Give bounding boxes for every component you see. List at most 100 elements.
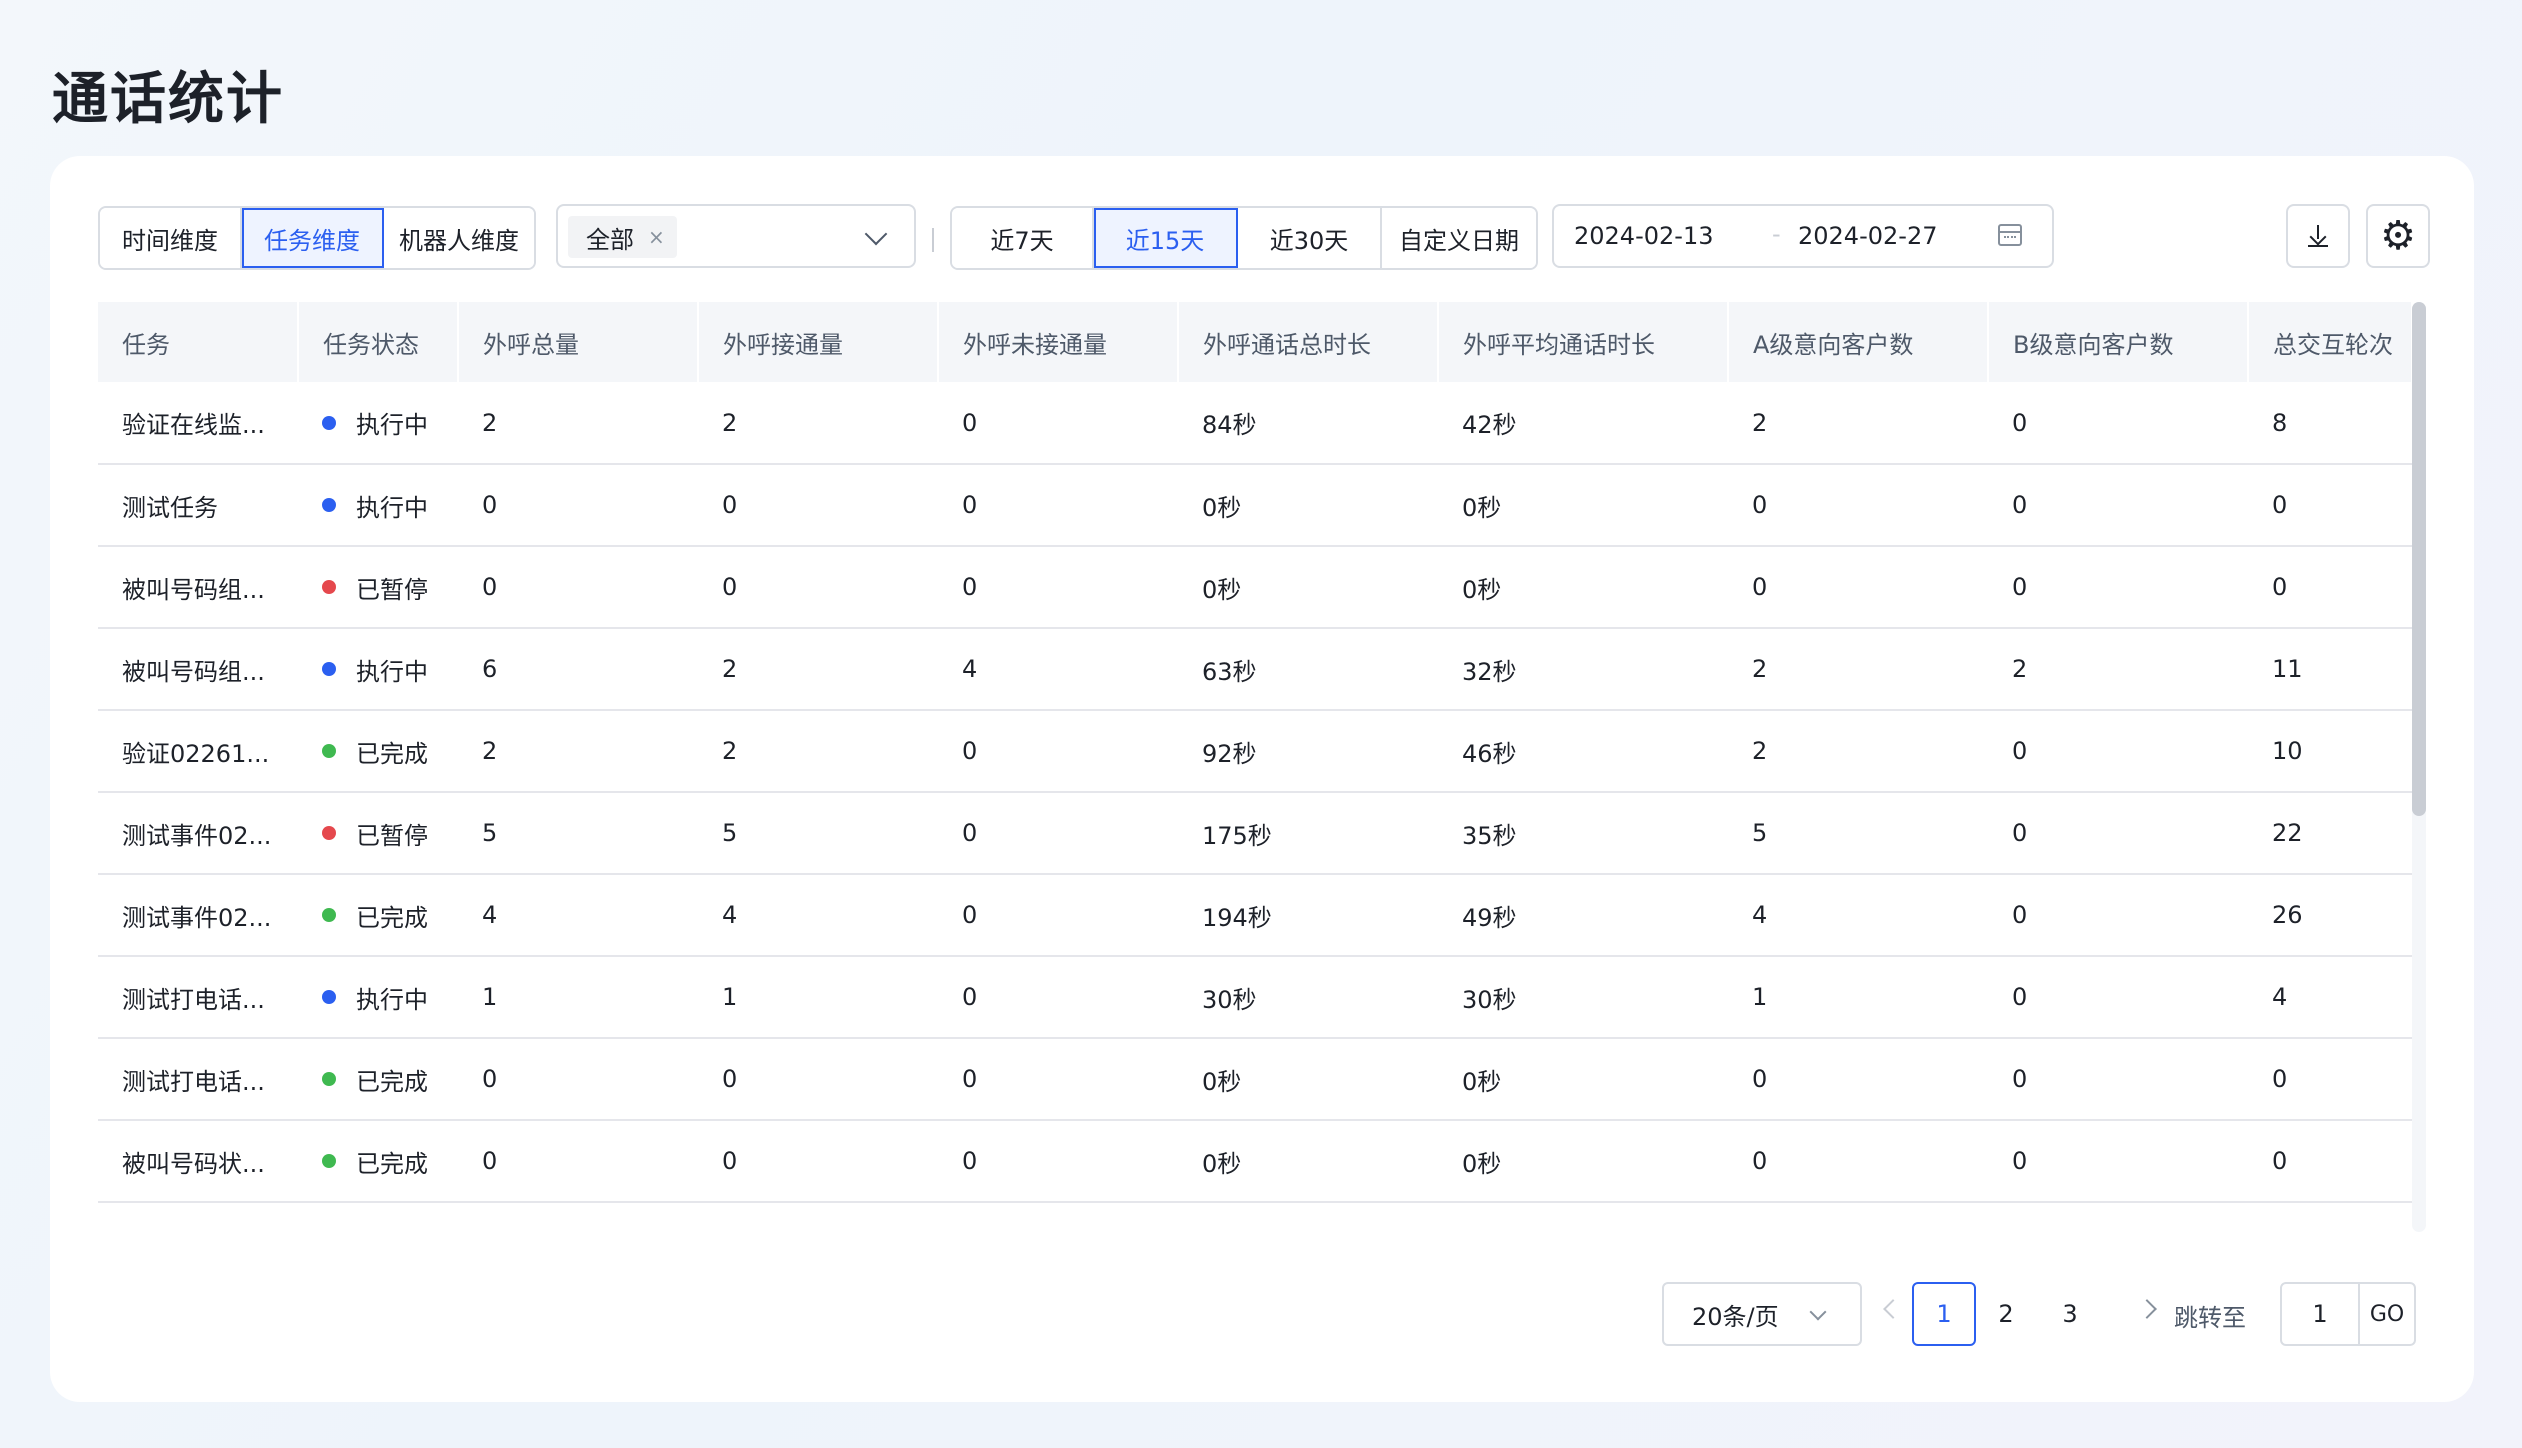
table-cell: 0	[938, 464, 1178, 547]
table-cell: 0	[2248, 1038, 2412, 1121]
dimension-task-option[interactable]: 任务维度	[242, 208, 384, 268]
status-badge: 执行中	[322, 405, 428, 440]
table-cell: 0	[458, 464, 698, 547]
status-dot	[322, 826, 336, 840]
table-cell: 4	[458, 874, 698, 957]
status-badge: 执行中	[322, 652, 428, 687]
table-cell: 0	[1728, 464, 1988, 547]
column-header: A级意向客户数	[1728, 302, 1989, 382]
filter-tag-label: 全部	[586, 225, 634, 254]
date-separator: -	[1772, 220, 1781, 248]
page-size-select[interactable]: 20条/页	[1662, 1282, 1862, 1346]
table-cell: 5	[458, 792, 698, 875]
status-label: 已完成	[356, 903, 428, 932]
table-cell: 0秒	[1438, 1120, 1728, 1203]
table-cell: 6	[458, 628, 698, 711]
table-cell: 执行中	[298, 628, 458, 711]
table-cell: 35秒	[1438, 792, 1728, 875]
table-cell: 执行中	[298, 956, 458, 1039]
table-cell: 0	[1988, 546, 2248, 629]
status-label: 执行中	[356, 657, 428, 686]
status-dot	[322, 415, 336, 430]
table-cell: 0	[698, 1038, 938, 1121]
table-cell: 26	[2248, 874, 2412, 957]
status-badge: 已完成	[322, 1144, 428, 1179]
settings-button[interactable]: ⚙	[2366, 204, 2430, 268]
page-button-1[interactable]: 1	[1912, 1282, 1976, 1346]
table-cell: 0	[1988, 710, 2248, 793]
table-cell: 0	[938, 382, 1178, 465]
download-button[interactable]	[2286, 204, 2350, 268]
table-cell: 0	[938, 792, 1178, 875]
table-cell: 0	[938, 1038, 1178, 1121]
table-row[interactable]: 被叫号码组... 已暂停 0 0 0 0秒 0秒 0 0 0	[98, 546, 2412, 629]
table-cell: 4	[1728, 874, 1988, 957]
status-dot	[322, 498, 336, 512]
range-30-days-option[interactable]: 近30天	[1238, 208, 1382, 268]
table-cell: 测试打电话...	[98, 956, 298, 1039]
table-cell: 被叫号码组...	[98, 628, 298, 711]
table-cell: 已完成	[298, 1038, 458, 1121]
table-cell: 84秒	[1178, 382, 1438, 465]
dimension-robot-option[interactable]: 机器人维度	[384, 208, 534, 268]
table-cell: 2	[1728, 382, 1988, 465]
table-cell: 4	[938, 628, 1178, 711]
table-cell: 执行中	[298, 464, 458, 547]
table-row[interactable]: 测试事件02... 已暂停 5 5 0 175秒 35秒 5 0 22	[98, 792, 2412, 875]
range-15-days-option[interactable]: 近15天	[1094, 208, 1238, 268]
download-icon	[2308, 225, 2328, 247]
status-label: 已暂停	[356, 575, 428, 604]
vertical-scrollbar[interactable]	[2412, 302, 2426, 816]
page-button-3[interactable]: 3	[2038, 1282, 2102, 1346]
end-date-input[interactable]: 2024-02-27	[1798, 222, 1937, 250]
table-row[interactable]: 被叫号码状... 已完成 0 0 0 0秒 0秒 0 0 0	[98, 1120, 2412, 1203]
jump-page-input[interactable]: 1	[2282, 1284, 2360, 1344]
calendar-icon[interactable]	[1998, 224, 2022, 246]
table-row[interactable]: 测试打电话... 已完成 0 0 0 0秒 0秒 0 0 0	[98, 1038, 2412, 1121]
table-row[interactable]: 测试任务 执行中 0 0 0 0秒 0秒 0 0 0	[98, 464, 2412, 547]
gear-icon: ⚙	[2380, 213, 2416, 259]
range-custom-option[interactable]: 自定义日期	[1382, 208, 1536, 268]
task-filter-select[interactable]: 全部 ×	[556, 204, 916, 268]
table-cell: 0	[938, 546, 1178, 629]
page-size-label: 20条/页	[1692, 1302, 1779, 1331]
next-page-icon[interactable]	[2137, 1299, 2157, 1319]
table-cell: 2	[1728, 710, 1988, 793]
column-header: 外呼接通量	[698, 302, 939, 382]
table-cell: 0秒	[1178, 546, 1438, 629]
page-button-2[interactable]: 2	[1974, 1282, 2038, 1346]
table-cell: 0	[1988, 792, 2248, 875]
table-cell: 0	[2248, 546, 2412, 629]
table-cell: 30秒	[1178, 956, 1438, 1039]
filter-tag: 全部 ×	[568, 216, 677, 258]
table-cell: 测试任务	[98, 464, 298, 547]
table-row[interactable]: 测试打电话... 执行中 1 1 0 30秒 30秒 1 0 4	[98, 956, 2412, 1039]
table-cell: 已完成	[298, 874, 458, 957]
table-cell: 0秒	[1438, 464, 1728, 547]
jump-to-control: 1 GO	[2280, 1282, 2416, 1346]
start-date-input[interactable]: 2024-02-13	[1574, 222, 1713, 250]
tag-close-icon[interactable]: ×	[648, 225, 665, 249]
prev-page-icon[interactable]	[1883, 1299, 1903, 1319]
table-cell: 0	[1988, 1038, 2248, 1121]
column-header: B级意向客户数	[1988, 302, 2249, 382]
go-button[interactable]: GO	[2360, 1284, 2414, 1344]
table-cell: 测试打电话...	[98, 1038, 298, 1121]
table-cell: 194秒	[1178, 874, 1438, 957]
status-label: 执行中	[356, 493, 428, 522]
table-cell: 32秒	[1438, 628, 1728, 711]
date-range-picker[interactable]: 2024-02-13 - 2024-02-27	[1552, 204, 2054, 268]
table-cell: 30秒	[1438, 956, 1728, 1039]
table-row[interactable]: 验证02261... 已完成 2 2 0 92秒 46秒 2 0 10	[98, 710, 2412, 793]
table-cell: 0	[938, 956, 1178, 1039]
table-cell: 92秒	[1178, 710, 1438, 793]
table-row[interactable]: 被叫号码组... 执行中 6 2 4 63秒 32秒 2 2 11	[98, 628, 2412, 711]
table-cell: 测试事件02...	[98, 874, 298, 957]
dimension-time-option[interactable]: 时间维度	[100, 208, 242, 268]
table-cell: 0	[1728, 1038, 1988, 1121]
range-7-days-option[interactable]: 近7天	[952, 208, 1094, 268]
table-cell: 已暂停	[298, 792, 458, 875]
page-title: 通话统计	[52, 67, 284, 132]
table-row[interactable]: 测试事件02... 已完成 4 4 0 194秒 49秒 4 0 26	[98, 874, 2412, 957]
table-row[interactable]: 验证在线监... 执行中 2 2 0 84秒 42秒 2 0 8	[98, 382, 2412, 465]
